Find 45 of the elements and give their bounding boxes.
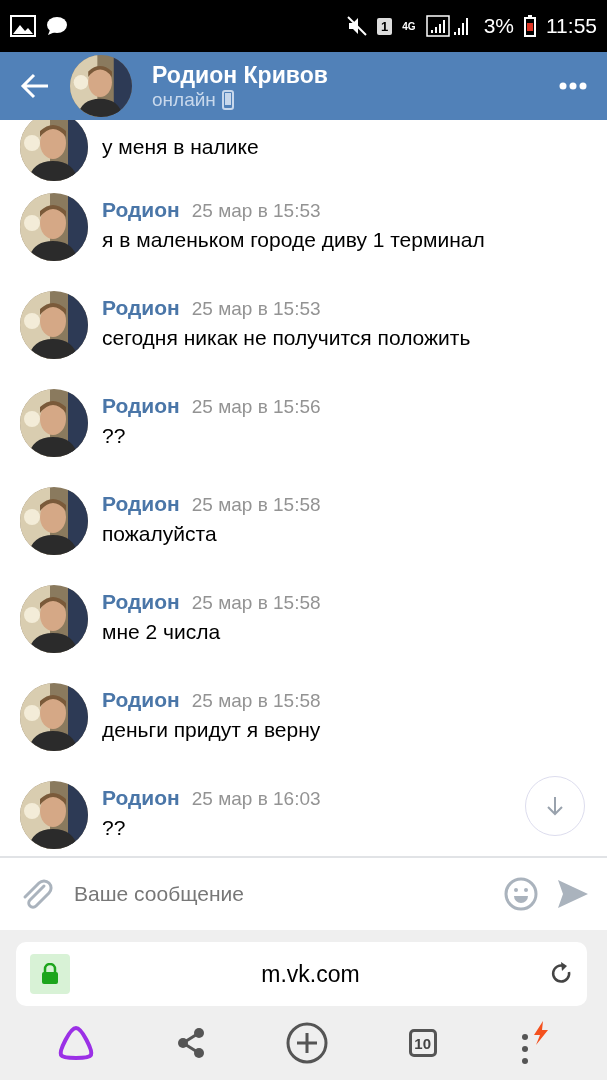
- down-arrow-icon: [546, 796, 564, 816]
- back-button[interactable]: [20, 73, 50, 99]
- message-time: 25 мар в 15:56: [191, 396, 321, 418]
- battery-percent: 3%: [483, 14, 514, 38]
- new-tab-button[interactable]: [286, 1022, 329, 1064]
- message-text: ??: [102, 424, 127, 448]
- sender-name[interactable]: Родион: [102, 786, 180, 810]
- phone-icon: [221, 89, 234, 110]
- message-time: 25 мар в 15:58: [191, 690, 321, 712]
- message-text: деньги придут я верну: [102, 718, 321, 742]
- message-text: пожалуйста: [102, 522, 218, 546]
- contact-name: Родион Кривов: [152, 61, 329, 89]
- url-text: m.vk.com: [260, 960, 361, 988]
- battery-icon: [524, 15, 536, 37]
- more-button[interactable]: [559, 82, 587, 90]
- emoji-button[interactable]: [503, 876, 539, 912]
- sender-name[interactable]: Родион: [102, 492, 180, 516]
- message-time: 25 мар в 16:03: [191, 788, 321, 810]
- share-button[interactable]: [176, 1027, 207, 1059]
- send-button[interactable]: [557, 878, 589, 910]
- clock: 11:55: [546, 14, 597, 38]
- tabs-button[interactable]: 10: [408, 1029, 437, 1057]
- message-text: я в маленьком городе диву 1 терминал: [102, 228, 485, 252]
- message-time: 25 мар в 15:58: [191, 592, 321, 614]
- mute-icon: [347, 16, 368, 36]
- sender-name[interactable]: Родион: [102, 198, 180, 222]
- sender-name[interactable]: Родион: [102, 590, 180, 614]
- online-status: онлайн: [152, 88, 216, 111]
- image-icon: [10, 15, 36, 37]
- message-time: 25 мар в 15:58: [191, 494, 321, 516]
- sim-badge: 1: [377, 17, 393, 35]
- reload-button[interactable]: [551, 962, 573, 986]
- lock-icon: [30, 954, 70, 994]
- message-text: мне 2 числа: [102, 620, 222, 644]
- message-time: 25 мар в 15:53: [191, 298, 321, 320]
- sender-name[interactable]: Родион: [102, 688, 180, 712]
- sender-name[interactable]: Родион: [102, 394, 180, 418]
- address-bar[interactable]: m.vk.com: [16, 942, 587, 1006]
- chat-icon: [46, 16, 68, 36]
- message-time: 25 мар в 15:53: [191, 200, 321, 222]
- network-type: 4G: [402, 20, 416, 32]
- message-text: ??: [102, 816, 127, 840]
- message-text: сегодня никак не получится положить: [102, 326, 471, 350]
- sender-name[interactable]: Родион: [102, 296, 180, 320]
- message-text: у меня в налике: [102, 135, 259, 159]
